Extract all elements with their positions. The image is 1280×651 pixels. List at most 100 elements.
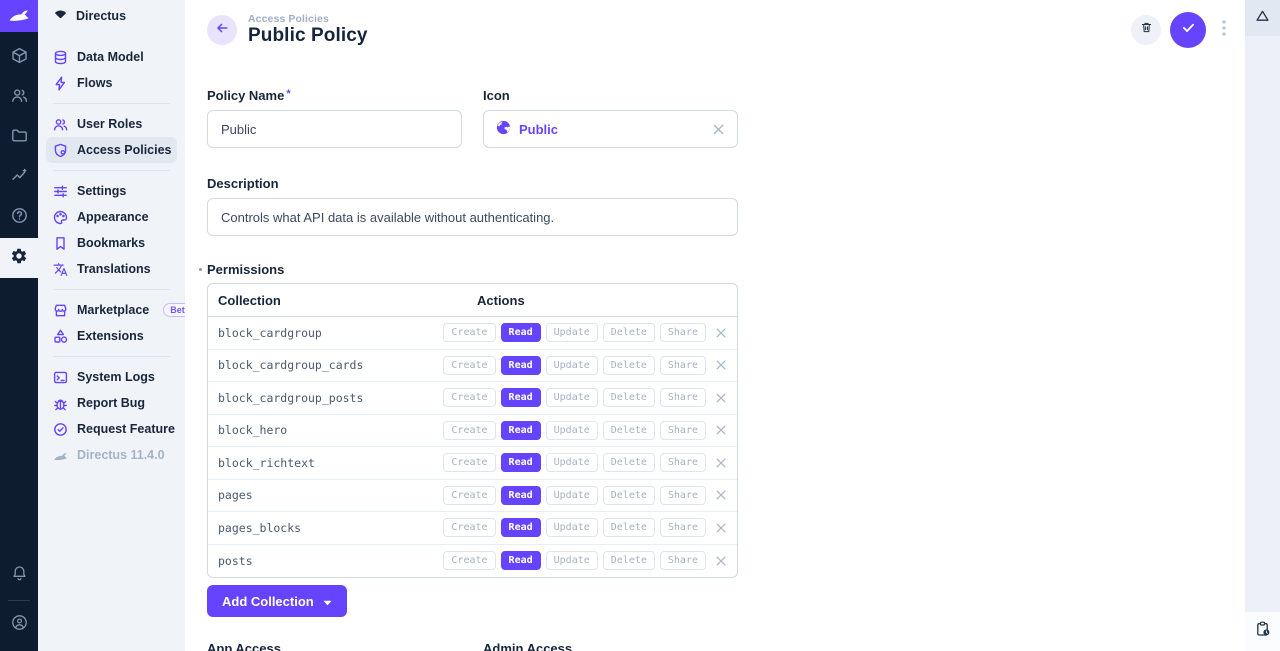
sidebar-item-extensions[interactable]: Extensions [46, 323, 177, 349]
sidebar-item-report-bug[interactable]: Report Bug [46, 390, 177, 416]
permission-chip-create[interactable]: Create [443, 486, 495, 505]
permission-chip-share[interactable]: Share [660, 356, 706, 375]
settings-sidebar: Directus Data ModelFlows User RolesAccess… [38, 0, 185, 651]
permission-chip-update[interactable]: Update [546, 388, 598, 407]
directus-logo[interactable] [0, 0, 38, 32]
module-docs[interactable] [0, 198, 38, 238]
sidebar-item-user-roles[interactable]: User Roles [46, 111, 177, 137]
permission-chip-delete[interactable]: Delete [603, 486, 655, 505]
permission-chip-delete[interactable]: Delete [603, 388, 655, 407]
permission-chip-read[interactable]: Read [501, 486, 541, 505]
revisions-button[interactable] [1245, 612, 1280, 651]
module-insights[interactable] [0, 158, 38, 198]
module-users[interactable] [0, 78, 38, 118]
breadcrumb[interactable]: Access Policies [248, 13, 368, 25]
permission-chip-update[interactable]: Update [546, 453, 598, 472]
bug-icon [53, 396, 68, 411]
required-indicator: * [286, 88, 290, 100]
sidebar-item-flows[interactable]: Flows [46, 70, 177, 96]
clear-icon[interactable] [712, 123, 725, 136]
sidebar-item-system-logs[interactable]: System Logs [46, 364, 177, 390]
sidebar-item-request-feature[interactable]: Request Feature [46, 416, 177, 442]
collection-name: block_richtext [208, 456, 443, 470]
permission-chip-read[interactable]: Read [501, 421, 541, 440]
permission-chip-create[interactable]: Create [443, 421, 495, 440]
permission-chip-read[interactable]: Read [501, 323, 541, 342]
permission-chip-share[interactable]: Share [660, 323, 706, 342]
delete-policy-button[interactable] [1131, 15, 1161, 45]
remove-row-icon[interactable] [715, 424, 727, 436]
avatar-icon [11, 614, 28, 636]
permission-chip-create[interactable]: Create [443, 388, 495, 407]
icon-input[interactable]: Public [483, 110, 738, 148]
project-name: Directus [76, 9, 126, 23]
permission-chip-update[interactable]: Update [546, 486, 598, 505]
permission-chip-create[interactable]: Create [443, 323, 495, 342]
sidebar-toggle-button[interactable] [1245, 0, 1280, 36]
project-header[interactable]: Directus [38, 0, 185, 32]
collection-name: pages [208, 488, 443, 502]
permission-chip-delete[interactable]: Delete [603, 551, 655, 570]
title-block: Access Policies Public Policy [248, 13, 368, 47]
sidebar-item-settings[interactable]: Settings [46, 178, 177, 204]
policy-name-input[interactable] [207, 110, 462, 148]
app-access-label: App Access [207, 641, 462, 651]
permission-chip-read[interactable]: Read [501, 356, 541, 375]
description-input[interactable] [207, 198, 738, 236]
permission-chip-create[interactable]: Create [443, 551, 495, 570]
more-options-button[interactable] [1215, 15, 1233, 45]
permission-chip-share[interactable]: Share [660, 421, 706, 440]
sidebar-item-translations[interactable]: Translations [46, 256, 177, 282]
notifications-button[interactable] [0, 556, 38, 596]
permission-chip-update[interactable]: Update [546, 551, 598, 570]
remove-row-icon[interactable] [715, 555, 727, 567]
permission-chip-delete[interactable]: Delete [603, 421, 655, 440]
sidebar-item-data-model[interactable]: Data Model [46, 44, 177, 70]
table-row: block_cardgroup_cardsCreateReadUpdateDel… [208, 350, 737, 383]
permissions-label: Permissions [207, 262, 284, 277]
back-button[interactable] [207, 15, 237, 45]
add-collection-button[interactable]: Add Collection [207, 585, 347, 617]
sidebar-item-appearance[interactable]: Appearance [46, 204, 177, 230]
remove-row-icon[interactable] [715, 359, 727, 371]
permission-chip-share[interactable]: Share [660, 486, 706, 505]
permission-chip-update[interactable]: Update [546, 323, 598, 342]
sidebar-item-bookmarks[interactable]: Bookmarks [46, 230, 177, 256]
folder-icon [11, 127, 28, 149]
module-settings[interactable] [0, 238, 38, 278]
permission-chip-update[interactable]: Update [546, 421, 598, 440]
permission-chip-share[interactable]: Share [660, 551, 706, 570]
permission-chip-read[interactable]: Read [501, 453, 541, 472]
permission-chip-delete[interactable]: Delete [603, 453, 655, 472]
table-row: pages_blocksCreateReadUpdateDeleteShare [208, 512, 737, 545]
sidebar-item-access-policies[interactable]: Access Policies [46, 137, 177, 163]
permission-chip-delete[interactable]: Delete [603, 518, 655, 537]
permission-chip-delete[interactable]: Delete [603, 356, 655, 375]
permission-chip-read[interactable]: Read [501, 388, 541, 407]
insights-icon [11, 167, 28, 189]
permission-chip-read[interactable]: Read [501, 551, 541, 570]
account-button[interactable] [0, 605, 38, 645]
permission-chip-delete[interactable]: Delete [603, 323, 655, 342]
permission-chip-update[interactable]: Update [546, 356, 598, 375]
permission-chip-create[interactable]: Create [443, 453, 495, 472]
main-area: Access Policies Public Policy [185, 0, 1245, 651]
permission-chip-create[interactable]: Create [443, 356, 495, 375]
permission-chip-read[interactable]: Read [501, 518, 541, 537]
remove-row-icon[interactable] [715, 522, 727, 534]
remove-row-icon[interactable] [715, 327, 727, 339]
remove-row-icon[interactable] [715, 392, 727, 404]
permission-chip-share[interactable]: Share [660, 453, 706, 472]
header-actions [1131, 12, 1233, 48]
permission-chip-create[interactable]: Create [443, 518, 495, 537]
permission-chip-share[interactable]: Share [660, 518, 706, 537]
save-button[interactable] [1170, 12, 1206, 48]
remove-row-icon[interactable] [715, 457, 727, 469]
permission-chip-share[interactable]: Share [660, 388, 706, 407]
module-content[interactable] [0, 38, 38, 78]
sidebar-item-marketplace[interactable]: MarketplaceBeta [46, 297, 177, 323]
remove-row-icon[interactable] [715, 489, 727, 501]
permission-chip-update[interactable]: Update [546, 518, 598, 537]
nav-divider [53, 103, 170, 104]
module-files[interactable] [0, 118, 38, 158]
